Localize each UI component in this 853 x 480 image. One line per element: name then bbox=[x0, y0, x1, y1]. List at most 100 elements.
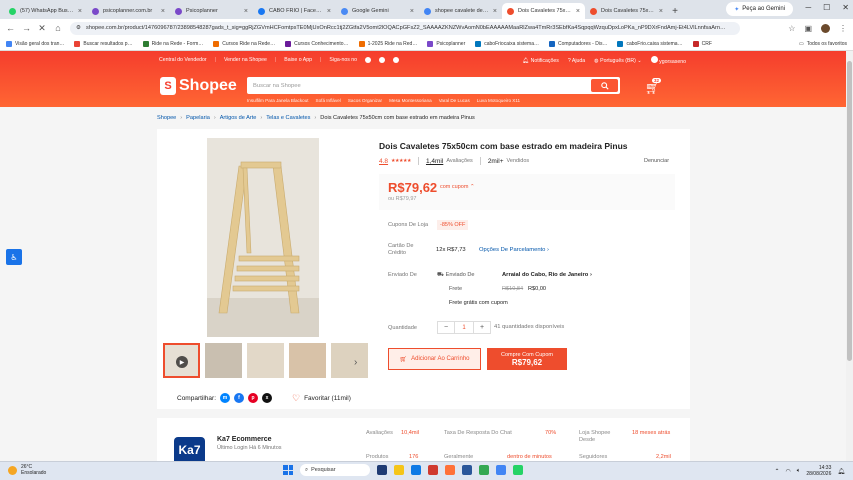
topnav-seller-center[interactable]: Central do Vendedor bbox=[159, 57, 207, 63]
all-bookmarks[interactable]: ▭ Todos os favoritos bbox=[799, 41, 847, 47]
facebook-share-icon[interactable]: f bbox=[234, 393, 245, 403]
bookmark-item[interactable]: Buscar resultados p… bbox=[74, 40, 133, 47]
gemini-button[interactable]: ✦ Peça ao Gemini bbox=[726, 2, 793, 16]
price-coupon-note[interactable]: com cupom ⌃ bbox=[440, 184, 475, 190]
thumbnail[interactable] bbox=[247, 343, 284, 378]
product-main-image[interactable] bbox=[207, 138, 319, 337]
page-scrollbar[interactable] bbox=[846, 51, 853, 461]
edge-icon[interactable] bbox=[411, 465, 421, 475]
tab-close-icon[interactable]: × bbox=[659, 8, 663, 15]
thumbnail-next-icon[interactable]: › bbox=[354, 357, 357, 368]
browser-tab[interactable]: CABO FRIO | Facebo… × bbox=[253, 3, 336, 19]
search-suggestion[interactable]: Sacos Organizar bbox=[348, 98, 382, 103]
bookmark-item[interactable]: Ride na Rede - Form… bbox=[142, 40, 203, 47]
bookmark-item[interactable]: caboFrio.caixa sistema… bbox=[617, 40, 683, 47]
reload-icon[interactable]: ✕ bbox=[38, 23, 46, 34]
pinterest-icon[interactable]: p bbox=[248, 393, 259, 403]
bookmark-item[interactable]: CRF bbox=[692, 40, 712, 47]
bookmark-item[interactable]: caboFriocaixa sistema… bbox=[475, 40, 539, 47]
thumbnail[interactable] bbox=[289, 343, 326, 378]
weather-widget[interactable]: 26°C Ensolarado bbox=[8, 464, 46, 476]
bookmark-item[interactable]: Cursos Ride na Rede… bbox=[213, 40, 275, 47]
chrome-profile-icon[interactable] bbox=[496, 465, 506, 475]
increment-button[interactable]: + bbox=[474, 322, 490, 333]
ship-from-value[interactable]: Arraial do Cabo, Rio de Janeiro › bbox=[502, 272, 592, 278]
search-input[interactable]: Buscar na Shopee bbox=[249, 83, 591, 89]
search-suggestion[interactable]: Sofá Inflável bbox=[316, 98, 341, 103]
bookmark-item[interactable]: Psicoplanner bbox=[427, 40, 465, 47]
bookmark-star-icon[interactable]: ☆ bbox=[788, 24, 795, 33]
browser-tab[interactable]: psicoplanner.com.br × bbox=[87, 3, 170, 19]
tab-close-icon[interactable]: × bbox=[493, 8, 497, 15]
tab-close-icon[interactable]: × bbox=[410, 8, 414, 15]
browser-tab[interactable]: (57) WhatsApp Busin… × bbox=[4, 3, 87, 19]
chrome-icon[interactable] bbox=[479, 465, 489, 475]
search-suggestion[interactable]: Insulfilm Para Janela Blackout bbox=[247, 98, 309, 103]
bookmark-item[interactable]: 1-2025 Ride na Red… bbox=[358, 40, 417, 47]
tab-close-icon[interactable]: × bbox=[161, 8, 165, 15]
report-link[interactable]: Denunciar bbox=[644, 158, 669, 164]
installment-options-link[interactable]: Opções De Parcelamento › bbox=[479, 247, 549, 253]
buy-now-button[interactable]: Compre Com Cupom R$79,62 bbox=[487, 348, 567, 370]
x-icon[interactable]: x bbox=[262, 393, 273, 403]
quantity-input[interactable]: 1 bbox=[454, 322, 474, 333]
browser-tab[interactable]: Dois Cavaletes 75x50… × bbox=[502, 3, 585, 19]
firefox-icon[interactable] bbox=[445, 465, 455, 475]
topnav-sell[interactable]: Vender na Shopee bbox=[224, 57, 267, 63]
breadcrumb-item[interactable]: Telas e Cavaletes bbox=[266, 115, 310, 121]
bookmark-item[interactable]: Computadores - Dis… bbox=[548, 40, 607, 47]
search-button[interactable] bbox=[591, 79, 618, 92]
thumbnail[interactable] bbox=[331, 343, 368, 378]
reviews-count[interactable]: 1,4mil bbox=[426, 158, 443, 165]
instagram-icon[interactable] bbox=[379, 57, 386, 63]
breadcrumb-item[interactable]: Papelaria bbox=[186, 115, 210, 121]
volume-icon[interactable]: 🔈︎ bbox=[797, 468, 801, 475]
messenger-icon[interactable]: m bbox=[220, 393, 231, 403]
tab-close-icon[interactable]: × bbox=[244, 8, 248, 15]
accessibility-icon[interactable]: ♿︎ bbox=[6, 249, 22, 265]
user-menu[interactable]: ygorsaseno bbox=[650, 56, 686, 65]
facebook-icon[interactable] bbox=[365, 57, 372, 63]
search-suggestion[interactable]: Varal De Lucas bbox=[439, 98, 470, 103]
browser-tab[interactable]: Dois Cavaletes 75x50… × bbox=[585, 3, 668, 19]
minimize-icon[interactable]: ─ bbox=[805, 3, 811, 12]
breadcrumb-item[interactable]: Shopee bbox=[157, 115, 176, 121]
wifi-icon[interactable]: ◠ bbox=[785, 468, 790, 475]
tray-chevron-icon[interactable]: ⌃ bbox=[774, 468, 779, 475]
rating-value[interactable]: 4.8 bbox=[379, 158, 388, 165]
profile-avatar[interactable] bbox=[821, 23, 830, 33]
site-info-icon[interactable]: ⚙ bbox=[76, 25, 81, 31]
favorite-button[interactable]: ♡ Favoritar (11mil) bbox=[292, 393, 351, 404]
shop-logo[interactable]: Ka7 bbox=[174, 437, 205, 463]
notification-icon[interactable]: 🔔︎ bbox=[837, 468, 845, 475]
tab-close-icon[interactable]: × bbox=[576, 8, 580, 15]
new-tab-icon[interactable]: + bbox=[668, 3, 682, 19]
topnav-app[interactable]: Baixe o App bbox=[284, 57, 312, 63]
windows-start-icon[interactable] bbox=[283, 465, 293, 475]
search-bar[interactable]: Buscar na Shopee bbox=[247, 77, 620, 94]
bookmark-item[interactable]: Visão geral dos tran… bbox=[6, 40, 64, 47]
address-bar[interactable]: ⚙ shopee.com.br/product/1476096787/23898… bbox=[70, 21, 741, 35]
clock[interactable]: 14:33 28/08/2026 bbox=[806, 465, 831, 477]
whatsapp-icon[interactable] bbox=[513, 465, 523, 475]
add-to-cart-button[interactable]: 🛒︎ Adicionar Ao Carrinho bbox=[388, 348, 481, 370]
forward-icon[interactable]: → bbox=[22, 23, 31, 33]
tab-close-icon[interactable]: × bbox=[78, 8, 82, 15]
extension-icon[interactable]: ▣ bbox=[804, 24, 812, 33]
thumbnail-video[interactable]: ▶ bbox=[163, 343, 200, 378]
thumbnail[interactable] bbox=[205, 343, 242, 378]
coupon-badge[interactable]: -85% OFF bbox=[437, 220, 469, 230]
file-explorer-icon[interactable] bbox=[394, 465, 404, 475]
linkedin-icon[interactable] bbox=[393, 57, 400, 63]
language-select[interactable]: ◍ Português (BR) ⌄ bbox=[594, 58, 642, 64]
decrement-button[interactable]: − bbox=[438, 322, 454, 333]
browser-tab[interactable]: shopee cavalete de… × bbox=[419, 3, 502, 19]
browser-tab[interactable]: Google Gemini × bbox=[336, 3, 419, 19]
shopee-logo[interactable]: S Shopee bbox=[160, 77, 237, 95]
office-icon[interactable] bbox=[428, 465, 438, 475]
search-suggestion[interactable]: Mesa Montessoriana bbox=[389, 98, 432, 103]
word-icon[interactable] bbox=[462, 465, 472, 475]
menu-icon[interactable]: ⋮ bbox=[839, 24, 847, 33]
close-window-icon[interactable]: ✕ bbox=[842, 3, 849, 12]
notifications-link[interactable]: 🔔︎ Notificações bbox=[523, 58, 559, 64]
